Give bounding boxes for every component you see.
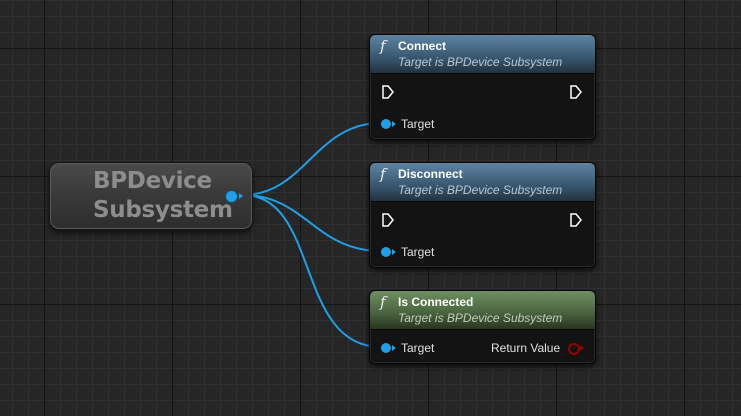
function-node-title: Disconnect: [398, 167, 463, 181]
exec-output-pin[interactable]: [570, 213, 582, 227]
blueprint-graph-canvas[interactable]: BPDevice Subsystem f Connect Target is B…: [0, 0, 741, 416]
target-pin-label: Target: [401, 117, 435, 131]
return-value-output-pin[interactable]: [568, 343, 580, 355]
target-input-pin-arrow: [392, 121, 396, 127]
function-node-subtitle: Target is BPDevice Subsystem: [398, 311, 563, 325]
function-node-header[interactable]: f Is Connected Target is BPDevice Subsys…: [370, 291, 595, 330]
function-node-title: Connect: [398, 39, 446, 53]
target-input-pin-arrow: [392, 345, 396, 351]
target-pin-label: Target: [401, 245, 435, 259]
function-icon: f: [380, 37, 386, 55]
variable-output-pin[interactable]: [226, 191, 237, 202]
exec-input-pin[interactable]: [382, 85, 394, 99]
function-node-subtitle: Target is BPDevice Subsystem: [398, 55, 563, 69]
target-input-pin-arrow: [392, 249, 396, 255]
function-node-is-connected[interactable]: f Is Connected Target is BPDevice Subsys…: [369, 290, 596, 364]
function-node-subtitle: Target is BPDevice Subsystem: [398, 183, 563, 197]
wire-to-connect-target[interactable]: [242, 122, 382, 196]
target-pin-label: Target: [401, 341, 435, 355]
target-input-pin[interactable]: [381, 119, 391, 129]
exec-input-pin[interactable]: [382, 213, 394, 227]
return-value-pin-arrow: [580, 345, 584, 351]
function-icon: f: [380, 165, 386, 183]
variable-node-bpdevice-subsystem[interactable]: BPDevice Subsystem: [49, 162, 253, 230]
function-node-header[interactable]: f Disconnect Target is BPDevice Subsyste…: [370, 163, 595, 202]
wire-to-disconnect-target[interactable]: [242, 194, 382, 252]
wire-to-is-connected-target[interactable]: [242, 194, 382, 348]
target-input-pin[interactable]: [381, 343, 391, 353]
variable-output-pin-arrow: [239, 193, 243, 199]
function-icon: f: [380, 293, 386, 311]
variable-node-title: BPDevice Subsystem: [93, 168, 233, 223]
return-value-pin-label: Return Value: [491, 341, 561, 355]
function-node-title: Is Connected: [398, 295, 474, 309]
function-node-header[interactable]: f Connect Target is BPDevice Subsystem: [370, 35, 595, 74]
function-node-disconnect[interactable]: f Disconnect Target is BPDevice Subsyste…: [369, 162, 596, 268]
function-node-connect[interactable]: f Connect Target is BPDevice Subsystem T…: [369, 34, 596, 140]
target-input-pin[interactable]: [381, 247, 391, 257]
exec-output-pin[interactable]: [570, 85, 582, 99]
